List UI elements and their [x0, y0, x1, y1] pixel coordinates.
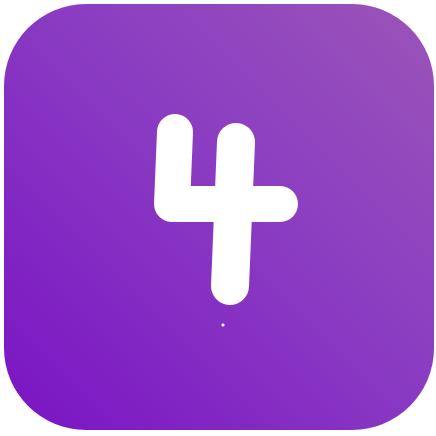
- digit-four-glyph: [154, 114, 298, 327]
- number-badge: 4: [4, 4, 434, 430]
